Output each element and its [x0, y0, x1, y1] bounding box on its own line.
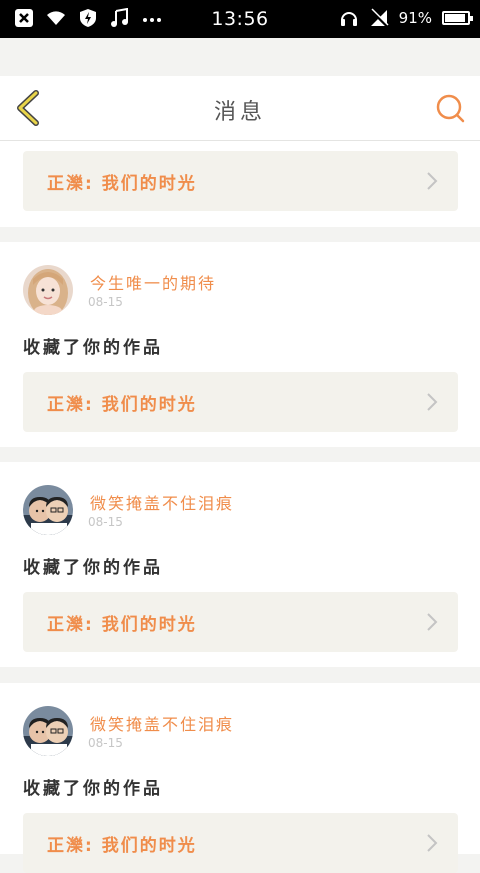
search-icon[interactable]	[434, 92, 466, 124]
work-title: 正濼: 我们的时光	[47, 615, 197, 635]
chevron-right-icon	[427, 172, 438, 190]
nav-header: 消息	[0, 76, 480, 141]
action-text: 收藏了你的作品	[23, 338, 163, 358]
status-right-icons: 91%	[339, 8, 473, 28]
message-card[interactable]: 微笑掩盖不住泪痕 08-15 收藏了你的作品 正濼: 我们的时光	[0, 462, 480, 667]
battery-icon	[442, 11, 473, 25]
chevron-right-icon	[427, 834, 438, 852]
message-date: 08-15	[88, 515, 123, 529]
avatar[interactable]	[23, 265, 73, 315]
work-link[interactable]: 正濼: 我们的时光	[23, 372, 458, 432]
work-title: 正濼: 我们的时光	[47, 836, 197, 856]
page-title: 消息	[213, 100, 266, 125]
headset-icon	[340, 12, 357, 26]
avatar[interactable]	[23, 485, 73, 535]
message-date: 08-15	[88, 295, 123, 309]
work-link[interactable]: 正濼: 我们的时光	[23, 151, 458, 211]
message-card[interactable]: 今生唯一的期待 08-15 收藏了你的作品 正濼: 我们的时光	[0, 242, 480, 447]
battery-percent: 91%	[398, 9, 432, 27]
username[interactable]: 微笑掩盖不住泪痕	[90, 711, 234, 735]
username[interactable]: 微笑掩盖不住泪痕	[90, 490, 234, 514]
action-text: 收藏了你的作品	[23, 779, 163, 799]
status-bar: 13:56 91%	[0, 0, 480, 38]
no-signal-icon	[369, 8, 389, 28]
work-link[interactable]: 正濼: 我们的时光	[23, 592, 458, 652]
chevron-right-icon	[427, 613, 438, 631]
username[interactable]: 今生唯一的期待	[90, 270, 216, 294]
work-link[interactable]: 正濼: 我们的时光	[23, 813, 458, 873]
action-text: 收藏了你的作品	[23, 558, 163, 578]
work-title: 正濼: 我们的时光	[47, 395, 197, 415]
work-title: 正濼: 我们的时光	[47, 174, 197, 194]
message-date: 08-15	[88, 736, 123, 750]
message-card-partial: 正濼: 我们的时光	[0, 141, 480, 227]
avatar[interactable]	[23, 706, 73, 756]
message-card[interactable]: 微笑掩盖不住泪痕 08-15 收藏了你的作品 正濼: 我们的时光	[0, 683, 480, 873]
chevron-right-icon	[427, 393, 438, 411]
